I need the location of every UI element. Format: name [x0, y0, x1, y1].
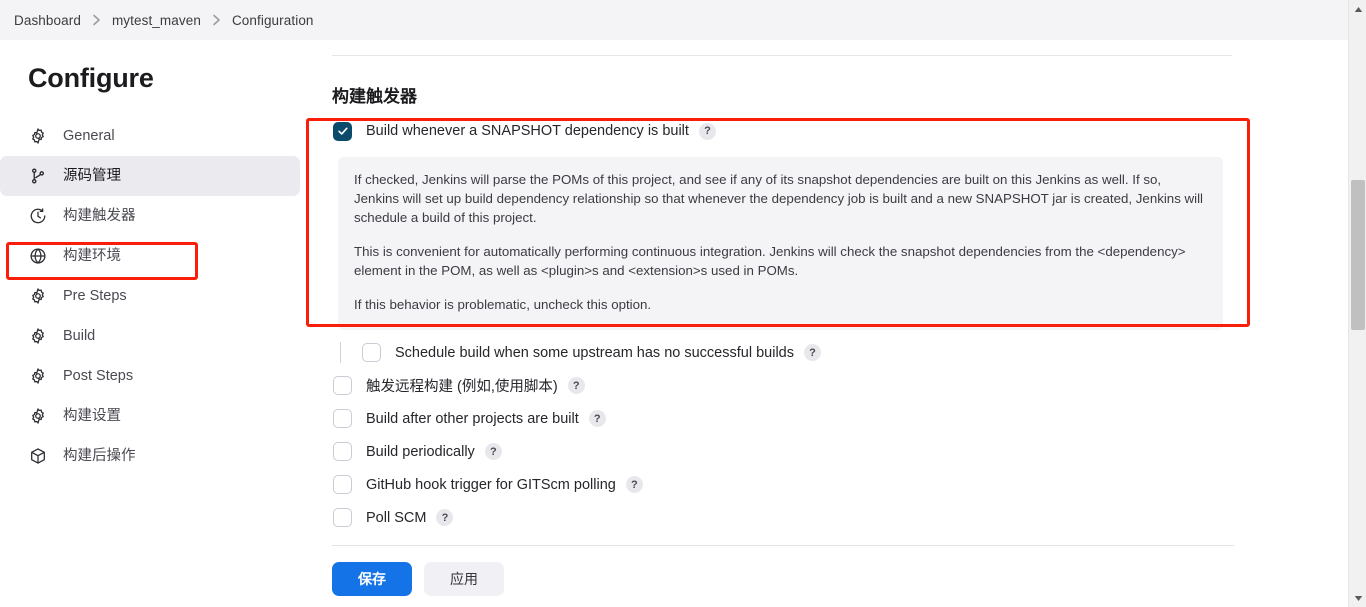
sidebar-item-post-steps[interactable]: Post Steps: [0, 356, 300, 396]
checkbox-poll-scm[interactable]: [333, 508, 352, 527]
sidebar-item-label: 源码管理: [63, 167, 121, 184]
breadcrumb-item-dashboard[interactable]: Dashboard: [14, 13, 81, 28]
sidebar-item-source-management[interactable]: 源码管理: [0, 156, 300, 196]
checkbox-label: 触发远程构建 (例如,使用脚本): [366, 379, 558, 395]
caret-up-icon[interactable]: [1349, 0, 1366, 18]
checkbox-row-build-periodically[interactable]: Build periodically ?: [328, 435, 1228, 468]
sidebar-item-label: 构建设置: [63, 407, 121, 424]
sidebar-item-label: 构建触发器: [63, 207, 136, 224]
trigger-list: Schedule build when some upstream has no…: [328, 336, 1228, 534]
page-scrollbar[interactable]: [1348, 0, 1366, 607]
trigger-description: If checked, Jenkins will parse the POMs …: [338, 157, 1223, 330]
sidebar-nav: General 源码管理 构建触发器 构建环境 Pre Steps Build …: [0, 116, 300, 476]
checkbox-row-remote-trigger[interactable]: 触发远程构建 (例如,使用脚本) ?: [328, 369, 1228, 402]
sidebar-item-build-settings[interactable]: 构建设置: [0, 396, 300, 436]
sidebar-item-general[interactable]: General: [0, 116, 300, 156]
checkbox-build-periodically[interactable]: [333, 442, 352, 461]
breadcrumb-item-job[interactable]: mytest_maven: [112, 13, 201, 28]
sidebar-item-label: General: [63, 127, 115, 144]
checkbox-row-snapshot-dependency[interactable]: Build whenever a SNAPSHOT dependency is …: [328, 118, 1248, 144]
chevron-right-icon: [92, 14, 101, 26]
sidebar-item-label: 构建环境: [63, 247, 121, 264]
globe-icon: [28, 246, 48, 266]
checkbox-label: Build after other projects are built: [366, 410, 579, 427]
page-title: Configure: [28, 63, 154, 93]
indent-rail: [340, 342, 341, 363]
checkbox-snapshot-dependency[interactable]: [333, 121, 352, 141]
description-paragraph-2: This is convenient for automatically per…: [354, 244, 1186, 278]
breadcrumb-item-configuration[interactable]: Configuration: [232, 13, 314, 28]
checkbox-github-hook-trigger[interactable]: [333, 475, 352, 494]
help-icon[interactable]: ?: [698, 122, 716, 140]
apply-button[interactable]: 应用: [424, 562, 504, 596]
checkbox-row-github-hook-trigger[interactable]: GitHub hook trigger for GITScm polling ?: [328, 468, 1228, 501]
main-content: 构建触发器 Build whenever a SNAPSHOT dependen…: [300, 40, 1348, 607]
checkbox-schedule-upstream[interactable]: [362, 343, 381, 362]
checkbox-label: Schedule build when some upstream has no…: [395, 344, 794, 361]
help-icon[interactable]: ?: [484, 443, 502, 460]
content-divider: [332, 55, 1232, 56]
checkbox-remote-trigger[interactable]: [333, 376, 352, 395]
gear-icon: [28, 286, 48, 306]
help-icon[interactable]: ?: [625, 476, 643, 493]
save-button[interactable]: 保存: [332, 562, 412, 596]
sidebar-item-build-triggers[interactable]: 构建触发器: [0, 196, 300, 236]
checkbox-label: Poll SCM: [366, 509, 427, 526]
help-icon[interactable]: ?: [588, 410, 606, 427]
primary-trigger-block: Build whenever a SNAPSHOT dependency is …: [328, 118, 1248, 330]
sidebar-item-label: Pre Steps: [63, 287, 127, 304]
help-icon[interactable]: ?: [803, 344, 821, 361]
sidebar-item-pre-steps[interactable]: Pre Steps: [0, 276, 300, 316]
checkbox-row-poll-scm[interactable]: Poll SCM ?: [328, 501, 1228, 534]
sidebar-item-build-environment[interactable]: 构建环境: [0, 236, 300, 276]
caret-down-icon[interactable]: [1349, 589, 1366, 607]
description-paragraph-3: If this behavior is problematic, uncheck…: [354, 297, 652, 312]
checkbox-row-build-after-other-projects[interactable]: Build after other projects are built ?: [328, 402, 1228, 435]
sidebar-item-label: Build: [63, 327, 96, 344]
gear-icon: [28, 326, 48, 346]
checkbox-label: Build periodically: [366, 443, 475, 460]
gear-icon: [28, 126, 48, 146]
footer-actions: 保存 应用: [332, 562, 504, 596]
checkbox-build-after-other-projects[interactable]: [333, 409, 352, 428]
scrollbar-thumb[interactable]: [1351, 180, 1365, 330]
sidebar-item-build[interactable]: Build: [0, 316, 300, 356]
help-icon[interactable]: ?: [567, 377, 585, 394]
section-title: 构建触发器: [332, 87, 417, 106]
gear-icon: [28, 366, 48, 386]
gear-icon: [28, 406, 48, 426]
description-paragraph-1: If checked, Jenkins will parse the POMs …: [354, 172, 1204, 225]
sidebar-item-post-build-actions[interactable]: 构建后操作: [0, 436, 300, 476]
chevron-right-icon: [212, 14, 221, 26]
clock-icon: [28, 206, 48, 226]
package-icon: [28, 446, 48, 466]
sidebar-item-label: Post Steps: [63, 367, 134, 384]
jenkins-configure-page: Dashboard mytest_maven Configuration Con…: [0, 0, 1366, 607]
footer-divider: [332, 545, 1234, 546]
checkbox-row-schedule-upstream[interactable]: Schedule build when some upstream has no…: [328, 336, 1228, 369]
checkbox-label: Build whenever a SNAPSHOT dependency is …: [366, 123, 689, 139]
checkbox-label: GitHub hook trigger for GITScm polling: [366, 476, 616, 493]
help-icon[interactable]: ?: [436, 509, 454, 526]
source-branch-icon: [28, 166, 48, 186]
sidebar-item-label: 构建后操作: [63, 447, 136, 464]
sidebar: Configure General 源码管理 构建触发器 构建环境 Pre St…: [0, 40, 300, 607]
breadcrumb: Dashboard mytest_maven Configuration: [0, 0, 1348, 40]
